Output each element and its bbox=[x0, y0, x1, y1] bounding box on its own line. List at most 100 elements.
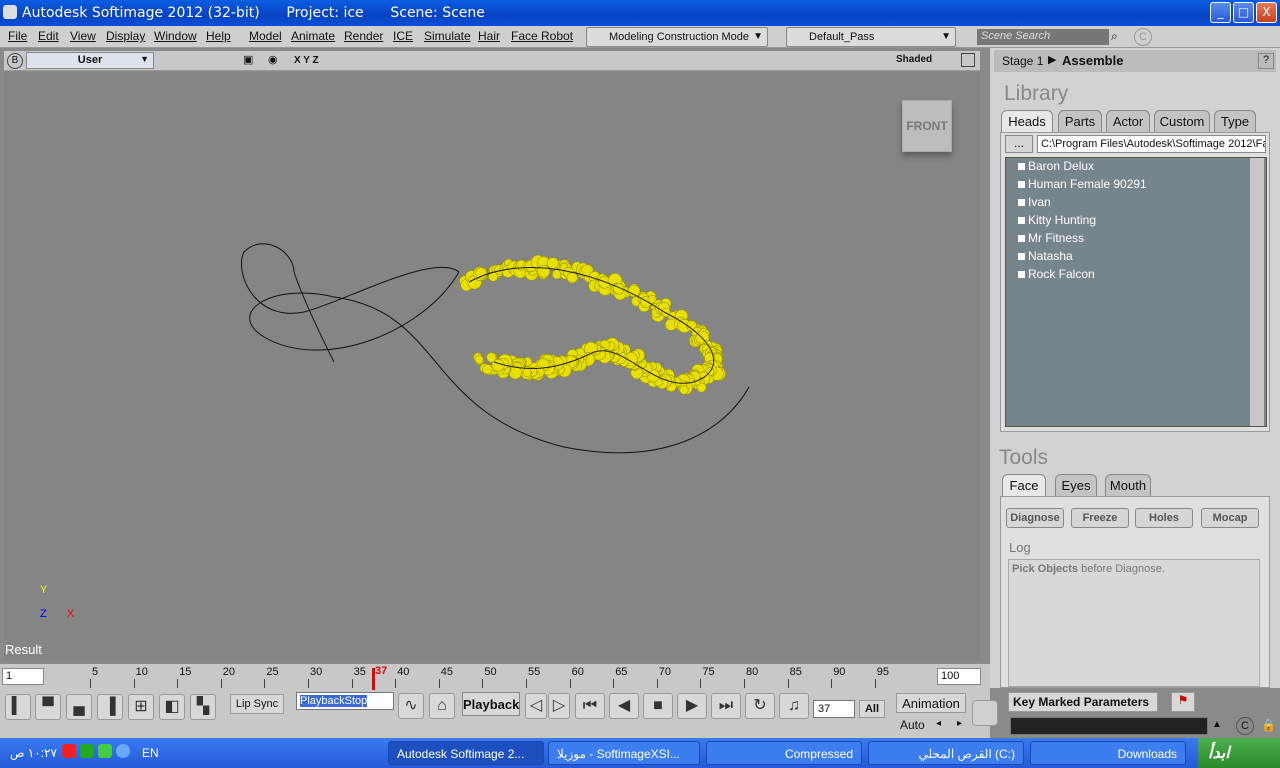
first-frame-icon[interactable]: ⏮ bbox=[575, 693, 605, 719]
frame-field[interactable]: 37 bbox=[813, 700, 855, 718]
menu-face-robot[interactable]: Face Robot bbox=[511, 29, 573, 43]
layout-right-icon[interactable]: ▐ bbox=[97, 694, 123, 720]
play-icon[interactable]: ▶ bbox=[677, 693, 707, 719]
mocap-button[interactable]: Mocap bbox=[1201, 508, 1259, 528]
layout-top-icon[interactable]: ▀ bbox=[35, 694, 61, 720]
next-key-icon[interactable]: ▷ bbox=[548, 693, 570, 719]
list-item[interactable]: Natasha bbox=[1018, 249, 1073, 263]
lock-icon[interactable]: 🔒 bbox=[1261, 718, 1276, 732]
eye-icon[interactable]: ◉ bbox=[268, 53, 278, 66]
menu-simulate[interactable]: Simulate bbox=[424, 29, 471, 43]
pass-dropdown[interactable]: Default_Pass ▼ bbox=[786, 27, 956, 47]
camera-dropdown[interactable]: User ▼ bbox=[26, 52, 154, 69]
last-frame-icon[interactable]: ⏭ bbox=[711, 693, 741, 719]
menu-animate[interactable]: Animate bbox=[291, 29, 335, 43]
layout-quad-icon[interactable]: ⊞ bbox=[128, 694, 154, 720]
prev-arrow-icon[interactable]: ◂ bbox=[936, 718, 941, 729]
refresh-icon[interactable]: C bbox=[1236, 717, 1254, 735]
minimize-button[interactable]: _ bbox=[1210, 2, 1231, 23]
animation-button[interactable]: Animation bbox=[896, 693, 966, 713]
list-item[interactable]: Baron Delux bbox=[1017, 159, 1094, 173]
lock-icon[interactable]: ⌂ bbox=[429, 693, 455, 719]
scene-search-input[interactable]: Scene Search bbox=[977, 29, 1109, 45]
tray-app-icon[interactable] bbox=[62, 744, 76, 758]
maximize-button[interactable]: □ bbox=[1233, 2, 1254, 23]
close-button[interactable]: X bbox=[1256, 2, 1277, 23]
task-downloads[interactable]: Downloads bbox=[1030, 741, 1186, 765]
menu-file[interactable]: File bbox=[8, 29, 27, 43]
end-frame-field[interactable]: 100 bbox=[937, 668, 981, 685]
search-icon[interactable]: ⌕ bbox=[1111, 29, 1127, 45]
keying-field[interactable] bbox=[1010, 717, 1208, 735]
tab-type[interactable]: Type bbox=[1214, 110, 1256, 132]
next-arrow-icon[interactable]: ▸ bbox=[957, 718, 962, 729]
tab-face[interactable]: Face bbox=[1002, 474, 1046, 496]
browse-button[interactable]: ... bbox=[1005, 135, 1033, 153]
keyframe-icon[interactable]: ⚑ bbox=[1171, 692, 1195, 712]
layout-bottom-icon[interactable]: ▄ bbox=[66, 694, 92, 720]
library-path-field[interactable]: C:\Program Files\Autodesk\Softimage 2012… bbox=[1037, 135, 1266, 153]
clear-search-icon[interactable]: C bbox=[1134, 28, 1152, 46]
menu-ice[interactable]: ICE bbox=[393, 29, 413, 43]
task-softimage[interactable]: Autodesk Softimage 2... bbox=[388, 741, 544, 765]
menu-edit[interactable]: Edit bbox=[38, 29, 59, 43]
tab-parts[interactable]: Parts bbox=[1058, 110, 1102, 132]
shading-dropdown[interactable]: Shaded bbox=[896, 54, 932, 65]
camera-icon[interactable]: ▣ bbox=[243, 53, 253, 66]
view-cube[interactable]: FRONT bbox=[902, 100, 952, 152]
menu-window[interactable]: Window bbox=[154, 29, 197, 43]
list-item[interactable]: Ivan bbox=[1018, 195, 1051, 209]
menu-help[interactable]: Help bbox=[206, 29, 231, 43]
help-button[interactable]: ? bbox=[1258, 53, 1274, 69]
tab-custom[interactable]: Custom bbox=[1154, 110, 1210, 132]
tray-arrow-icon[interactable] bbox=[116, 744, 130, 758]
axis-toggles[interactable]: X Y Z bbox=[294, 55, 319, 66]
timeline[interactable]: 1 100 5 10 15 20 25 30 35 40 45 50 55 60 65 70 75 80 85 9… bbox=[0, 664, 990, 690]
start-button[interactable]: ابدأ bbox=[1198, 738, 1280, 768]
tab-eyes[interactable]: Eyes bbox=[1055, 474, 1097, 496]
tab-actor[interactable]: Actor bbox=[1106, 110, 1150, 132]
layout-left-icon[interactable]: ▍ bbox=[5, 694, 31, 720]
heads-scrollbar[interactable] bbox=[1250, 158, 1264, 426]
menu-hair[interactable]: Hair bbox=[478, 29, 500, 43]
all-button[interactable]: All bbox=[859, 700, 885, 718]
prev-frame-icon[interactable]: ◀ bbox=[609, 693, 639, 719]
menu-view[interactable]: View bbox=[70, 29, 96, 43]
list-item[interactable]: Mr Fitness bbox=[1017, 231, 1084, 245]
list-item[interactable]: Kitty Hunting bbox=[1017, 213, 1096, 227]
key-marked-button[interactable]: Key Marked Parameters bbox=[1008, 692, 1158, 712]
loop-icon[interactable]: ↻ bbox=[745, 693, 775, 719]
audio-icon[interactable]: ♫ bbox=[779, 693, 809, 719]
tray-app-icon[interactable] bbox=[80, 744, 94, 758]
holes-button[interactable]: Holes bbox=[1135, 508, 1193, 528]
freeze-button[interactable]: Freeze bbox=[1071, 508, 1129, 528]
playback-mode-dropdown[interactable]: PlaybackStop bbox=[296, 692, 394, 710]
key-icon[interactable] bbox=[972, 700, 998, 726]
diagnose-button[interactable]: Diagnose bbox=[1006, 508, 1064, 528]
viewport[interactable]: FRONT Y X Z Result bbox=[4, 72, 980, 662]
language-indicator[interactable]: EN bbox=[142, 746, 159, 760]
list-item[interactable]: Rock Falcon bbox=[1018, 267, 1095, 281]
chevron-up-icon[interactable]: ▲ bbox=[1212, 719, 1222, 730]
list-item[interactable]: Human Female 90291 bbox=[1018, 177, 1147, 191]
prev-key-icon[interactable]: ◁ bbox=[525, 693, 547, 719]
menu-model[interactable]: Model bbox=[249, 29, 282, 43]
playback-button[interactable]: Playback bbox=[462, 692, 520, 716]
start-frame-field[interactable]: 1 bbox=[2, 668, 44, 685]
viewport-badge[interactable]: B bbox=[7, 53, 23, 69]
stop-icon[interactable]: ■ bbox=[643, 693, 673, 719]
tray-app-icon[interactable] bbox=[98, 744, 112, 758]
mode-dropdown[interactable]: Modeling Construction Mode ▼ bbox=[586, 27, 768, 47]
task-drive-c[interactable]: القرص المحلي (C:) bbox=[868, 741, 1024, 765]
task-compressed[interactable]: Compressed bbox=[706, 741, 862, 765]
tab-heads[interactable]: Heads bbox=[1001, 110, 1053, 132]
tab-mouth[interactable]: Mouth bbox=[1105, 474, 1151, 496]
auto-key-toggle[interactable]: Auto bbox=[900, 718, 925, 732]
menu-display[interactable]: Display bbox=[106, 29, 145, 43]
app-icon[interactable] bbox=[3, 5, 17, 19]
maximize-viewport-icon[interactable] bbox=[961, 53, 975, 67]
menu-render[interactable]: Render bbox=[344, 29, 383, 43]
layout-split-icon[interactable]: ◧ bbox=[159, 694, 185, 720]
task-browser[interactable]: موزيلا - SoftimageXSI... bbox=[548, 741, 700, 765]
curve-icon[interactable]: ∿ bbox=[398, 693, 424, 719]
